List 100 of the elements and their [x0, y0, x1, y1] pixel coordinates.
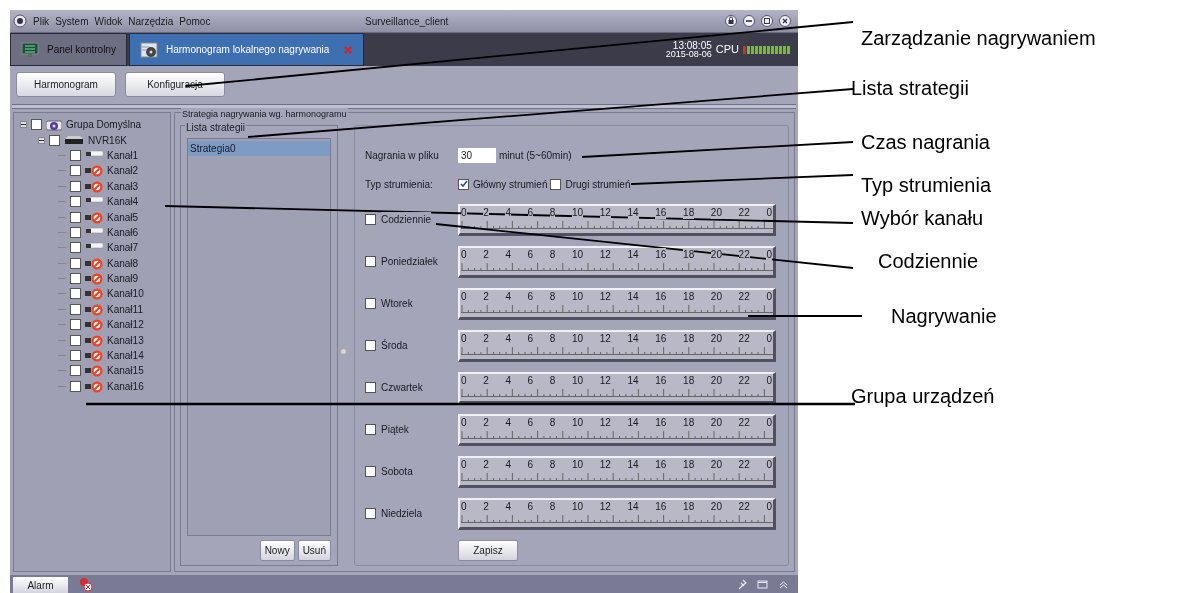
- hour-label: 16: [655, 373, 667, 387]
- checkbox[interactable]: [365, 214, 376, 226]
- hour-label: 20: [710, 457, 722, 471]
- menu-item[interactable]: Plik: [33, 13, 50, 29]
- callout-label: Grupa urządzeń: [851, 385, 995, 407]
- alarm-button[interactable]: Alarm: [13, 577, 68, 593]
- checkbox[interactable]: [365, 256, 376, 268]
- checkbox[interactable]: [70, 365, 81, 377]
- timeline-track[interactable]: 0 2 4 6 8 10 12 14 16 18 20 22 0: [458, 497, 776, 530]
- hour-label: 20: [710, 289, 722, 303]
- checkbox[interactable]: [365, 466, 376, 478]
- checkbox[interactable]: [70, 334, 81, 346]
- checkbox[interactable]: [70, 165, 81, 177]
- hour-label: 10: [572, 373, 584, 387]
- tab[interactable]: Panel kontrolny: [10, 33, 127, 66]
- timeline-track[interactable]: 0 2 4 6 8 10 12 14 16 18 20 22 0: [458, 413, 776, 446]
- tree-item-label[interactable]: Kanał16: [107, 378, 144, 394]
- lock-icon[interactable]: [725, 15, 737, 27]
- tree-item-label[interactable]: Kanał15: [107, 363, 144, 379]
- checkbox[interactable]: [365, 340, 376, 352]
- tree-item-label[interactable]: Kanał4: [107, 194, 139, 210]
- maximize-icon[interactable]: [761, 15, 773, 27]
- tree-item-label[interactable]: Kanał13: [107, 332, 144, 348]
- hour-label: 12: [599, 457, 611, 471]
- pin-icon[interactable]: [736, 579, 747, 590]
- checkbox[interactable]: [31, 119, 42, 131]
- hour-label: 6: [527, 247, 534, 261]
- hour-label: 12: [599, 415, 611, 429]
- checkbox[interactable]: [70, 303, 81, 315]
- close-icon[interactable]: [779, 15, 791, 27]
- hour-label: 0: [461, 289, 467, 303]
- alarm-off-icon[interactable]: [78, 576, 93, 592]
- tree-item-label[interactable]: Kanał10: [107, 286, 144, 302]
- checkbox[interactable]: [70, 211, 81, 223]
- menu-item[interactable]: Widok: [94, 13, 123, 29]
- expand-toggle[interactable]: [20, 121, 27, 129]
- checkbox[interactable]: [365, 298, 376, 310]
- checkbox[interactable]: [70, 288, 81, 300]
- checkbox[interactable]: [70, 257, 81, 269]
- camera-blocked-icon: [85, 302, 103, 316]
- timeline-track[interactable]: 0 2 4 6 8 10 12 14 16 18 20 22 0: [458, 287, 776, 320]
- input-field[interactable]: 30: [458, 148, 496, 164]
- checkbox[interactable]: [70, 350, 81, 362]
- expand-toggle[interactable]: [38, 136, 45, 144]
- menu-item[interactable]: Pomoc: [179, 13, 211, 29]
- checkbox[interactable]: [550, 178, 562, 190]
- tree-item-label[interactable]: Kanał2: [107, 163, 139, 179]
- toolbar-button[interactable]: Harmonogram: [16, 71, 116, 97]
- tree-item-label[interactable]: Kanał6: [107, 224, 139, 240]
- tree-item-label[interactable]: Kanał5: [107, 209, 139, 225]
- tree-item-label[interactable]: Kanał11: [107, 301, 143, 317]
- list-item[interactable]: Strategia0: [188, 141, 330, 156]
- tree-item-label[interactable]: Kanał12: [107, 317, 144, 333]
- tree-item-label[interactable]: Kanał9: [107, 271, 139, 287]
- tree-item-label[interactable]: NVR16K: [88, 132, 127, 148]
- list-button[interactable]: Usuń: [297, 540, 331, 561]
- tree-item-label[interactable]: Kanał8: [107, 255, 139, 271]
- menu-item[interactable]: System: [55, 13, 89, 29]
- hour-label: 14: [627, 205, 639, 219]
- splitter-handle[interactable]: [341, 349, 346, 354]
- checkbox[interactable]: [365, 508, 376, 520]
- checkbox[interactable]: [70, 242, 81, 254]
- tree-item-label[interactable]: Grupa Domyślna: [66, 117, 142, 133]
- checkbox[interactable]: [70, 380, 81, 392]
- list-button[interactable]: Nowy: [259, 540, 295, 561]
- timeline-track[interactable]: 0 2 4 6 8 10 12 14 16 18 20 22 0: [458, 371, 776, 404]
- tree-item-label[interactable]: Kanał14: [107, 348, 144, 364]
- checkbox[interactable]: [70, 149, 81, 161]
- tree-item-label[interactable]: Kanał1: [107, 147, 139, 163]
- menu-item[interactable]: Narzędzia: [128, 13, 174, 29]
- checkbox[interactable]: [70, 196, 81, 208]
- hour-label: 4: [505, 331, 511, 345]
- hour-label: 0: [766, 205, 772, 219]
- save-button[interactable]: Zapisz: [458, 539, 518, 561]
- checkbox[interactable]: [70, 226, 81, 238]
- tree-item-label[interactable]: Kanał3: [107, 178, 139, 194]
- tab[interactable]: Harmonogram lokalnego nagrywania: [128, 33, 365, 66]
- hour-label: 4: [505, 457, 511, 471]
- checkbox[interactable]: [70, 180, 81, 192]
- day-label[interactable]: Piątek: [381, 422, 409, 438]
- timeline-track[interactable]: 0 2 4 6 8 10 12 14 16 18 20 22 0: [458, 329, 776, 362]
- timeline-track[interactable]: 0 2 4 6 8 10 12 14 16 18 20 22 0: [458, 203, 776, 236]
- minimize-icon[interactable]: [743, 15, 755, 27]
- checkbox[interactable]: [365, 424, 376, 436]
- hour-label: 0: [461, 205, 467, 219]
- hour-label: 0: [766, 499, 772, 513]
- hour-label: 20: [710, 373, 722, 387]
- timeline-track[interactable]: 0 2 4 6 8 10 12 14 16 18 20 22 0: [458, 455, 776, 488]
- checkbox[interactable]: [70, 319, 81, 331]
- checkbox[interactable]: [458, 178, 469, 190]
- hour-label: 12: [599, 289, 611, 303]
- window-icon[interactable]: [757, 579, 768, 590]
- checkbox[interactable]: [365, 382, 376, 394]
- tree-item-label[interactable]: Kanał7: [107, 240, 139, 256]
- checkbox[interactable]: [49, 134, 60, 146]
- calendar-reel-icon: [139, 41, 158, 58]
- timeline-track[interactable]: 0 2 4 6 8 10 12 14 16 18 20 22 0: [458, 245, 776, 278]
- toolbar-button[interactable]: Konfiguracja: [125, 71, 225, 97]
- checkbox[interactable]: [70, 273, 81, 285]
- chevron-up-icon[interactable]: [778, 579, 789, 590]
